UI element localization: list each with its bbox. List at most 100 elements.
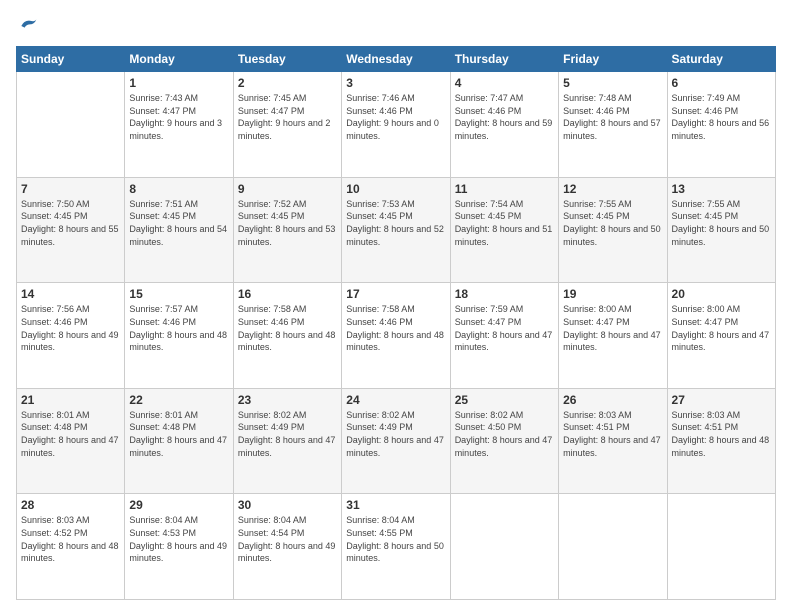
day-number: 4 [455,76,554,90]
calendar-table: SundayMondayTuesdayWednesdayThursdayFrid… [16,46,776,600]
day-number: 17 [346,287,445,301]
day-number: 21 [21,393,120,407]
day-number: 14 [21,287,120,301]
day-number: 25 [455,393,554,407]
calendar-cell: 15 Sunrise: 7:57 AMSunset: 4:46 PMDaylig… [125,283,233,389]
day-info: Sunrise: 7:49 AMSunset: 4:46 PMDaylight:… [672,93,770,141]
header [16,16,776,36]
day-info: Sunrise: 8:03 AMSunset: 4:51 PMDaylight:… [563,410,661,458]
day-info: Sunrise: 7:58 AMSunset: 4:46 PMDaylight:… [238,304,336,352]
calendar-cell: 7 Sunrise: 7:50 AMSunset: 4:45 PMDayligh… [17,177,125,283]
day-number: 31 [346,498,445,512]
calendar-cell: 13 Sunrise: 7:55 AMSunset: 4:45 PMDaylig… [667,177,775,283]
calendar-cell: 26 Sunrise: 8:03 AMSunset: 4:51 PMDaylig… [559,388,667,494]
day-number: 9 [238,182,337,196]
day-info: Sunrise: 7:43 AMSunset: 4:47 PMDaylight:… [129,93,222,141]
calendar-cell: 24 Sunrise: 8:02 AMSunset: 4:49 PMDaylig… [342,388,450,494]
day-info: Sunrise: 8:02 AMSunset: 4:49 PMDaylight:… [346,410,444,458]
day-number: 24 [346,393,445,407]
calendar-cell [667,494,775,600]
calendar-cell [559,494,667,600]
day-info: Sunrise: 8:04 AMSunset: 4:54 PMDaylight:… [238,515,336,563]
calendar-cell: 28 Sunrise: 8:03 AMSunset: 4:52 PMDaylig… [17,494,125,600]
day-info: Sunrise: 7:50 AMSunset: 4:45 PMDaylight:… [21,199,119,247]
day-number: 19 [563,287,662,301]
day-number: 30 [238,498,337,512]
day-info: Sunrise: 7:59 AMSunset: 4:47 PMDaylight:… [455,304,553,352]
day-number: 11 [455,182,554,196]
calendar-header-monday: Monday [125,47,233,72]
calendar-header-thursday: Thursday [450,47,558,72]
calendar-cell: 5 Sunrise: 7:48 AMSunset: 4:46 PMDayligh… [559,72,667,178]
day-info: Sunrise: 7:58 AMSunset: 4:46 PMDaylight:… [346,304,444,352]
day-number: 20 [672,287,771,301]
calendar-cell: 2 Sunrise: 7:45 AMSunset: 4:47 PMDayligh… [233,72,341,178]
calendar-cell: 27 Sunrise: 8:03 AMSunset: 4:51 PMDaylig… [667,388,775,494]
calendar-cell: 25 Sunrise: 8:02 AMSunset: 4:50 PMDaylig… [450,388,558,494]
day-number: 1 [129,76,228,90]
day-info: Sunrise: 7:54 AMSunset: 4:45 PMDaylight:… [455,199,553,247]
day-number: 27 [672,393,771,407]
calendar-cell: 11 Sunrise: 7:54 AMSunset: 4:45 PMDaylig… [450,177,558,283]
calendar-cell: 6 Sunrise: 7:49 AMSunset: 4:46 PMDayligh… [667,72,775,178]
calendar-cell: 22 Sunrise: 8:01 AMSunset: 4:48 PMDaylig… [125,388,233,494]
day-info: Sunrise: 8:01 AMSunset: 4:48 PMDaylight:… [129,410,227,458]
day-info: Sunrise: 8:03 AMSunset: 4:52 PMDaylight:… [21,515,119,563]
calendar-cell: 3 Sunrise: 7:46 AMSunset: 4:46 PMDayligh… [342,72,450,178]
day-number: 6 [672,76,771,90]
calendar-cell: 9 Sunrise: 7:52 AMSunset: 4:45 PMDayligh… [233,177,341,283]
calendar-cell: 12 Sunrise: 7:55 AMSunset: 4:45 PMDaylig… [559,177,667,283]
calendar-header-row: SundayMondayTuesdayWednesdayThursdayFrid… [17,47,776,72]
day-info: Sunrise: 7:45 AMSunset: 4:47 PMDaylight:… [238,93,331,141]
calendar-week-row: 14 Sunrise: 7:56 AMSunset: 4:46 PMDaylig… [17,283,776,389]
day-info: Sunrise: 7:55 AMSunset: 4:45 PMDaylight:… [563,199,661,247]
day-info: Sunrise: 8:01 AMSunset: 4:48 PMDaylight:… [21,410,119,458]
day-number: 5 [563,76,662,90]
day-info: Sunrise: 8:03 AMSunset: 4:51 PMDaylight:… [672,410,770,458]
day-number: 15 [129,287,228,301]
day-number: 22 [129,393,228,407]
calendar-header-saturday: Saturday [667,47,775,72]
day-info: Sunrise: 7:51 AMSunset: 4:45 PMDaylight:… [129,199,227,247]
day-info: Sunrise: 7:56 AMSunset: 4:46 PMDaylight:… [21,304,119,352]
calendar-cell: 20 Sunrise: 8:00 AMSunset: 4:47 PMDaylig… [667,283,775,389]
day-number: 18 [455,287,554,301]
page-container: SundayMondayTuesdayWednesdayThursdayFrid… [0,0,792,612]
day-info: Sunrise: 7:46 AMSunset: 4:46 PMDaylight:… [346,93,439,141]
calendar-cell: 16 Sunrise: 7:58 AMSunset: 4:46 PMDaylig… [233,283,341,389]
day-number: 23 [238,393,337,407]
day-number: 3 [346,76,445,90]
calendar-cell: 23 Sunrise: 8:02 AMSunset: 4:49 PMDaylig… [233,388,341,494]
calendar-week-row: 21 Sunrise: 8:01 AMSunset: 4:48 PMDaylig… [17,388,776,494]
day-number: 8 [129,182,228,196]
calendar-cell: 19 Sunrise: 8:00 AMSunset: 4:47 PMDaylig… [559,283,667,389]
day-info: Sunrise: 8:04 AMSunset: 4:53 PMDaylight:… [129,515,227,563]
day-number: 28 [21,498,120,512]
day-number: 29 [129,498,228,512]
day-info: Sunrise: 7:47 AMSunset: 4:46 PMDaylight:… [455,93,553,141]
calendar-header-tuesday: Tuesday [233,47,341,72]
day-number: 12 [563,182,662,196]
calendar-header-friday: Friday [559,47,667,72]
day-info: Sunrise: 8:04 AMSunset: 4:55 PMDaylight:… [346,515,444,563]
calendar-cell: 18 Sunrise: 7:59 AMSunset: 4:47 PMDaylig… [450,283,558,389]
day-number: 16 [238,287,337,301]
calendar-cell: 4 Sunrise: 7:47 AMSunset: 4:46 PMDayligh… [450,72,558,178]
logo [16,16,38,36]
day-info: Sunrise: 7:53 AMSunset: 4:45 PMDaylight:… [346,199,444,247]
calendar-cell: 31 Sunrise: 8:04 AMSunset: 4:55 PMDaylig… [342,494,450,600]
day-info: Sunrise: 7:57 AMSunset: 4:46 PMDaylight:… [129,304,227,352]
calendar-cell: 8 Sunrise: 7:51 AMSunset: 4:45 PMDayligh… [125,177,233,283]
day-number: 7 [21,182,120,196]
calendar-cell: 29 Sunrise: 8:04 AMSunset: 4:53 PMDaylig… [125,494,233,600]
day-number: 13 [672,182,771,196]
calendar-cell: 21 Sunrise: 8:01 AMSunset: 4:48 PMDaylig… [17,388,125,494]
day-number: 10 [346,182,445,196]
calendar-week-row: 28 Sunrise: 8:03 AMSunset: 4:52 PMDaylig… [17,494,776,600]
calendar-cell: 30 Sunrise: 8:04 AMSunset: 4:54 PMDaylig… [233,494,341,600]
calendar-cell [450,494,558,600]
logo-text [16,16,38,36]
calendar-week-row: 1 Sunrise: 7:43 AMSunset: 4:47 PMDayligh… [17,72,776,178]
day-info: Sunrise: 8:00 AMSunset: 4:47 PMDaylight:… [563,304,661,352]
day-number: 2 [238,76,337,90]
